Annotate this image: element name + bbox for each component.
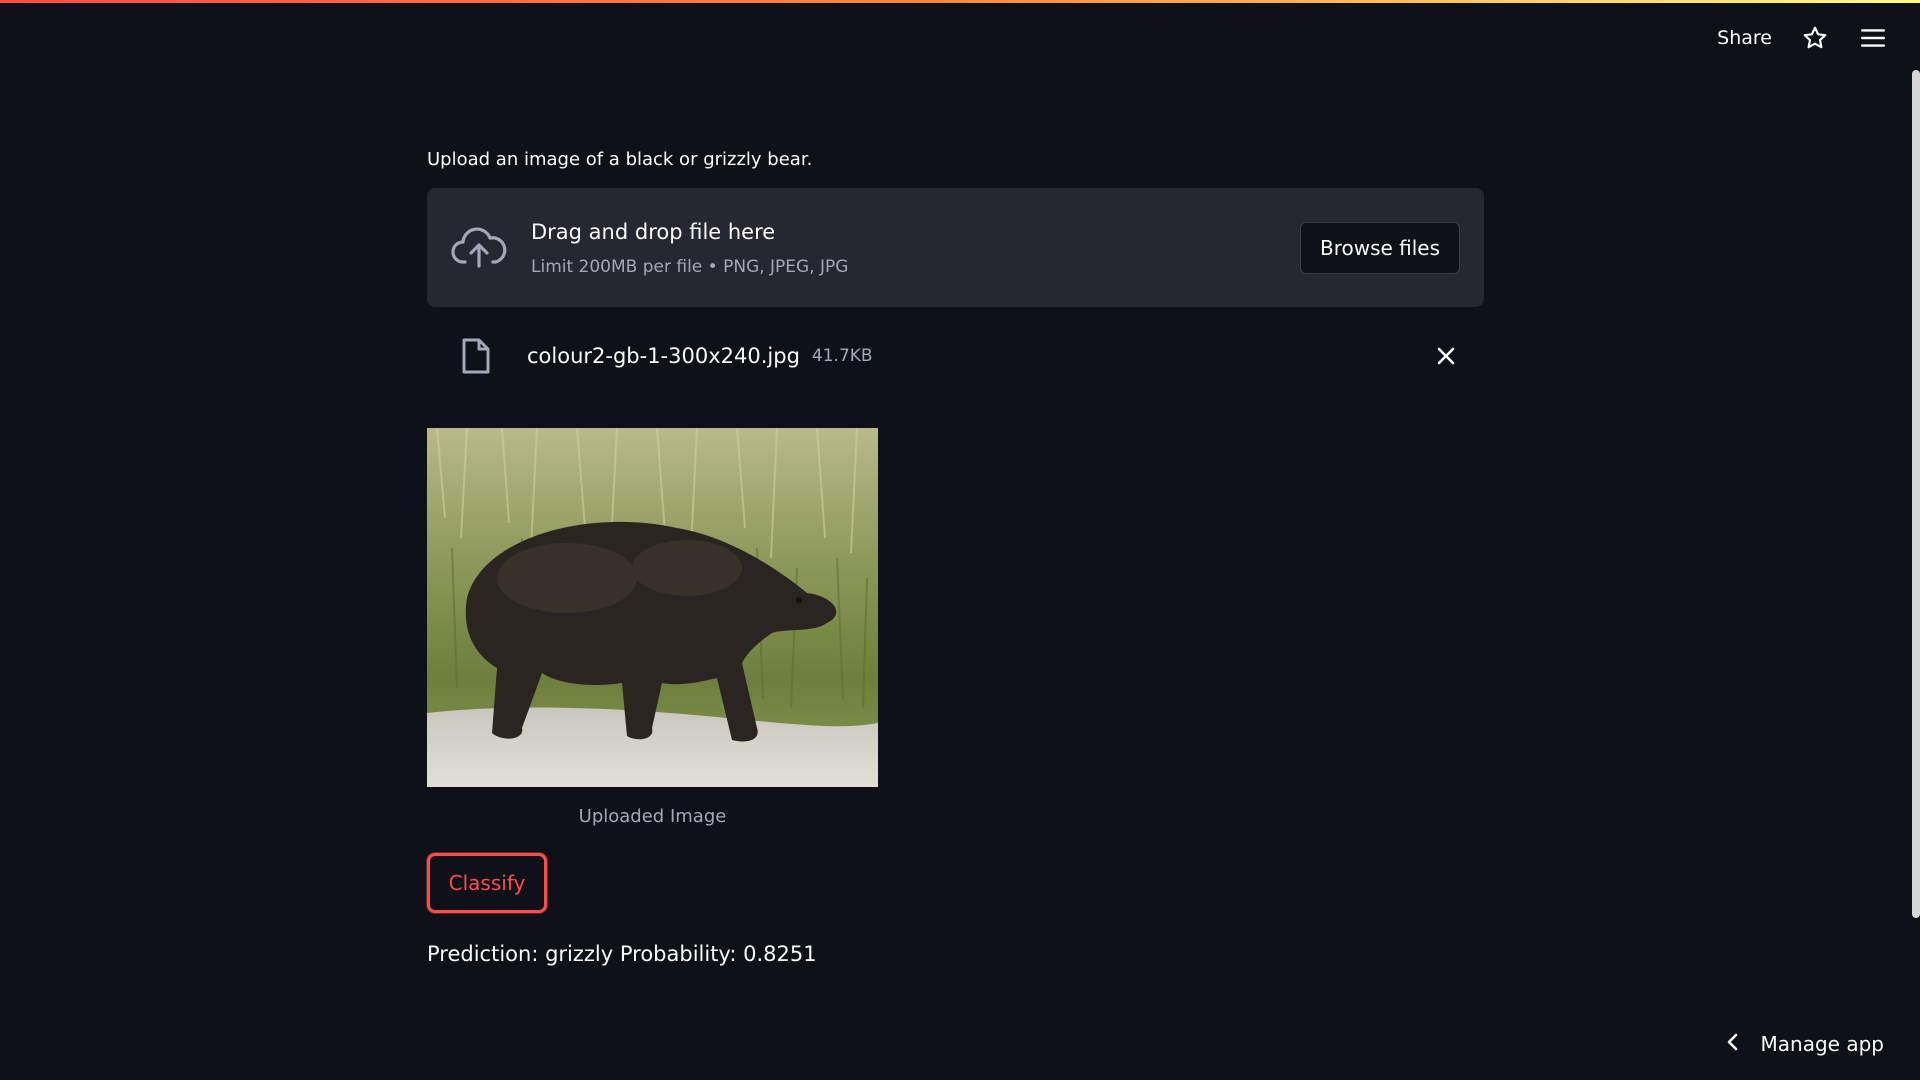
chevron-left-icon — [1725, 1032, 1739, 1056]
manage-app-button[interactable]: Manage app — [1725, 1026, 1884, 1062]
hamburger-menu-icon[interactable] — [1858, 23, 1888, 53]
browse-files-button[interactable]: Browse files — [1300, 221, 1460, 274]
uploaded-bear-image — [427, 428, 878, 787]
close-icon[interactable] — [1432, 342, 1460, 370]
dropzone-title: Drag and drop file here — [531, 219, 776, 244]
top-decoration-bar — [0, 0, 1920, 3]
main-content: Upload an image of a black or grizzly be… — [427, 148, 1484, 969]
prediction-result: Prediction: grizzly Probability: 0.8251 — [427, 942, 817, 966]
star-icon[interactable] — [1800, 23, 1830, 53]
cloud-upload-icon — [451, 220, 507, 276]
classify-button[interactable]: Classify — [427, 853, 547, 913]
file-icon — [459, 335, 493, 377]
dropzone-limits: Limit 200MB per file • PNG, JPEG, JPG — [531, 256, 849, 277]
share-button[interactable]: Share — [1717, 27, 1772, 49]
page-scrollbar[interactable] — [1912, 70, 1920, 918]
manage-app-label: Manage app — [1760, 1032, 1884, 1056]
file-name: colour2-gb-1-300x240.jpg — [527, 344, 800, 368]
uploaded-file-row: colour2-gb-1-300x240.jpg 41.7KB — [427, 321, 1484, 391]
image-caption: Uploaded Image — [578, 806, 727, 827]
dropzone-text: Drag and drop file here Limit 200MB per … — [531, 217, 1300, 279]
file-dropzone[interactable]: Drag and drop file here Limit 200MB per … — [427, 188, 1484, 307]
uploader-label: Upload an image of a black or grizzly be… — [427, 149, 813, 170]
file-size: 41.7KB — [811, 346, 873, 366]
header-toolbar: Share — [1717, 20, 1888, 56]
uploaded-image-block: Uploaded Image — [427, 428, 878, 829]
